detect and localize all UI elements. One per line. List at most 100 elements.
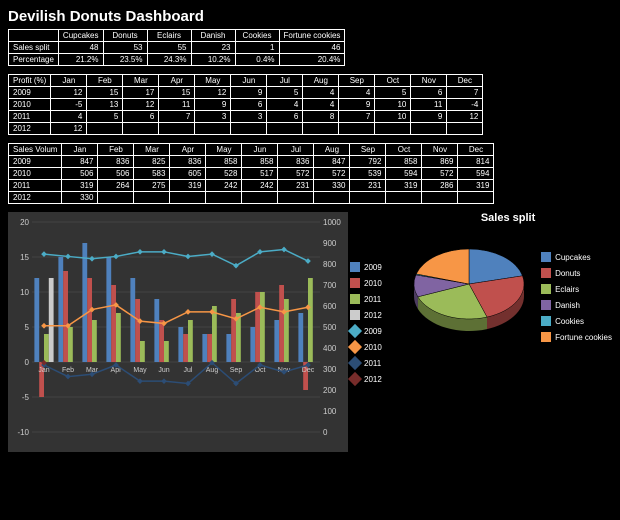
cell: 605 [170,168,206,180]
svg-text:900: 900 [323,239,337,248]
svg-text:0: 0 [323,428,328,437]
cell: 869 [422,156,458,168]
cell: 836 [98,156,134,168]
legend-item: 2011 [350,294,382,304]
cell: 7 [339,111,375,123]
row-label: 2009 [9,87,51,99]
table-row: Percentage21.2%23.5%24.3%10.2%0.4%20.4% [9,54,345,66]
cell [447,123,483,135]
col-header: Fortune cookies [279,30,345,42]
cell: 330 [314,180,350,192]
row-label: 2010 [9,99,51,111]
cell: 825 [134,156,170,168]
svg-text:May: May [133,367,147,374]
cell: 5 [87,111,123,123]
cell: 836 [278,156,314,168]
col-header: Jul [267,75,303,87]
cell: 17 [123,87,159,99]
cell: 6 [267,111,303,123]
table-row: 2012330 [9,192,494,204]
cell [206,192,242,204]
svg-text:500: 500 [323,323,337,332]
col-header: Apr [170,144,206,156]
cell: 11 [159,99,195,111]
svg-text:600: 600 [323,302,337,311]
cell: 506 [62,168,98,180]
cell [339,123,375,135]
col-header: Dec [447,75,483,87]
combo-legend: 20092010201120122009201020112012 [350,262,382,390]
table-row: 200912151715129544567 [9,87,483,99]
cell [123,123,159,135]
legend-item: 2012 [350,374,382,384]
row-label: 2009 [9,156,62,168]
cell: 792 [350,156,386,168]
svg-text:Dec: Dec [302,367,315,374]
cell [98,192,134,204]
cell: 3 [195,111,231,123]
cell: 21.2% [58,54,103,66]
table-row: 2009847836825836858858836847792858869814 [9,156,494,168]
col-header: Sep [350,144,386,156]
cell: 539 [350,168,386,180]
svg-text:Jul: Jul [184,367,193,374]
cell: -5 [51,99,87,111]
cell: 15 [159,87,195,99]
pie-chart [404,234,534,344]
cell: 0.4% [235,54,279,66]
svg-text:800: 800 [323,260,337,269]
cell: 319 [62,180,98,192]
cell: 23 [191,42,235,54]
cell: 330 [62,192,98,204]
row-label: 2010 [9,168,62,180]
cell: 242 [242,180,278,192]
cell: 231 [350,180,386,192]
cell: 572 [422,168,458,180]
row-label: 2012 [9,192,62,204]
cell: 814 [458,156,494,168]
svg-text:-5: -5 [22,393,30,402]
cell: 858 [386,156,422,168]
col-header: Feb [98,144,134,156]
sales-split-table: CupcakesDonutsEclairsDanishCookiesFortun… [8,29,345,66]
row-label: 2011 [9,180,62,192]
cell [386,192,422,204]
cell: 517 [242,168,278,180]
cell: 53 [103,42,147,54]
svg-text:100: 100 [323,407,337,416]
cell: 13 [87,99,123,111]
cell: 264 [98,180,134,192]
col-header: Sep [339,75,375,87]
svg-text:300: 300 [323,365,337,374]
col-header: Jul [278,144,314,156]
row-label: Percentage [9,54,59,66]
legend-item: 2011 [350,358,382,368]
col-header [9,30,59,42]
cell: 4 [339,87,375,99]
legend-item: Cupcakes [541,252,612,262]
col-header: Mar [134,144,170,156]
col-header: Aug [303,75,339,87]
cell: 12 [447,111,483,123]
cell: 10 [375,111,411,123]
cell: 858 [206,156,242,168]
legend-item: Danish [541,300,612,310]
col-header: May [206,144,242,156]
cell: 4 [51,111,87,123]
svg-text:Sep: Sep [230,367,243,374]
cell [458,192,494,204]
cell: 1 [235,42,279,54]
cell: 231 [278,180,314,192]
table-row: 201212 [9,123,483,135]
cell: 319 [170,180,206,192]
legend-item: 2012 [350,310,382,320]
col-header: Jun [242,144,278,156]
col-header: Jun [231,75,267,87]
cell: 10 [375,99,411,111]
svg-text:1000: 1000 [323,218,341,227]
cell: 46 [279,42,345,54]
svg-text:-10: -10 [17,428,29,437]
cell: 5 [267,87,303,99]
cell: 9 [411,111,447,123]
cell: 8 [303,111,339,123]
